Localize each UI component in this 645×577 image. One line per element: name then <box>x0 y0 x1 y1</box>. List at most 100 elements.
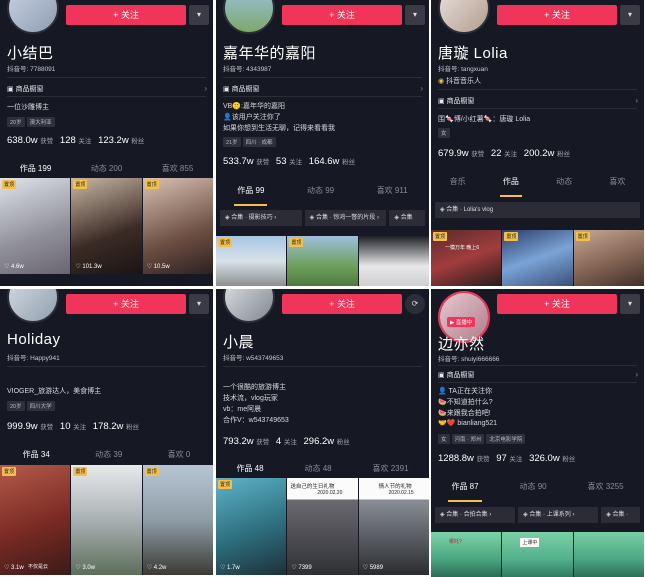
tab-likes[interactable]: 喜欢 <box>609 176 625 192</box>
video-thumbnail[interactable]: 哪吒? <box>431 532 502 577</box>
more-options-button[interactable]: ▾ <box>405 5 425 25</box>
tab-works[interactable]: 作品 199 <box>16 163 54 184</box>
video-thumbnail[interactable]: 置顶 ♡ 3.0w <box>71 465 142 575</box>
tab-likes[interactable]: 喜欢 855 <box>162 163 194 179</box>
profile-stats: 638.0w 获赞 128 关注 123.2w 粉丝 <box>7 135 145 146</box>
follow-button[interactable]: + 关注 <box>66 294 186 314</box>
shop-window-link[interactable]: ▣ 商品橱窗 <box>223 84 260 94</box>
avatar[interactable] <box>223 0 275 34</box>
bio-line: VB🤫:嘉年华的嘉阳 <box>223 103 285 110</box>
avatar[interactable] <box>7 0 59 34</box>
profile-tabs: 作品 99 动态 99 喜欢 911 <box>216 185 429 206</box>
video-caption: 不仅是云 <box>28 564 49 570</box>
collection-chip[interactable]: ◈ 合集 <box>389 210 426 226</box>
more-options-button[interactable]: ▾ <box>189 5 209 25</box>
more-options-button[interactable]: ▾ <box>620 294 640 314</box>
video-thumbnail[interactable]: 置顶 <box>287 236 358 286</box>
tab-updates[interactable]: 动态 48 <box>304 463 331 479</box>
music-badge-icon: ◉ <box>438 78 447 85</box>
avatar[interactable] <box>438 0 490 34</box>
video-thumbnail[interactable]: 送自己的生日礼物 2020.02.20 ♡ 7399 <box>287 478 358 575</box>
bio-line: 🍉不知道拍什么? <box>438 399 493 406</box>
tab-updates[interactable]: 动态 <box>556 176 572 192</box>
video-thumbnail[interactable]: 置顶 ♡ 4.6w <box>0 178 71 274</box>
collection-chip[interactable]: ◈ 合集 · 合拍合集 › <box>435 507 516 523</box>
collection-chip[interactable]: ◈ 合集 · <box>601 507 641 523</box>
like-count: ♡ 7399 <box>291 565 312 571</box>
tag: 21岁 <box>223 137 241 147</box>
video-thumbnail[interactable]: 置顶 ♡ 101.3w <box>71 178 142 274</box>
tab-likes[interactable]: 喜欢 2391 <box>373 463 409 479</box>
video-caption: 情人节的礼物 <box>378 484 412 490</box>
profile-id: 抖音号: Happy941 <box>7 355 60 362</box>
profile-tags: 20岁 澳大利亚 <box>7 117 57 127</box>
follow-button[interactable]: + 关注 <box>497 5 617 25</box>
refresh-button[interactable]: ⟳ <box>405 294 425 314</box>
tag: 四川大学 <box>26 401 55 411</box>
video-thumbnail[interactable]: 置顶 ♡ 10.5w <box>142 178 213 274</box>
tab-likes[interactable]: 喜欢 0 <box>168 449 191 465</box>
collection-chip[interactable]: ◈ 合集 · 摄影技巧 › <box>220 210 302 226</box>
video-thumbnail[interactable] <box>358 236 429 286</box>
tab-works[interactable]: 作品 48 <box>233 463 267 484</box>
bio-line: 如果你想到生活无聊，记得来看看我 <box>223 125 335 132</box>
video-thumbnail[interactable]: 上课中 <box>502 532 573 577</box>
video-thumbnail[interactable]: 置顶 <box>502 230 573 286</box>
profile-tabs: 作品 87 动态 90 喜欢 3255 <box>431 481 644 502</box>
video-thumbnail[interactable]: 置顶 <box>573 230 644 286</box>
tag: 女 <box>438 434 450 444</box>
video-thumbnail[interactable]: 置顶 ♡ 1.7w <box>216 478 287 575</box>
tab-likes[interactable]: 喜欢 911 <box>377 185 408 201</box>
pinned-badge: 置顶 <box>218 480 233 489</box>
tag: 北京电影学院 <box>486 434 526 444</box>
tab-updates[interactable]: 动态 200 <box>91 163 123 179</box>
profile-panel-jiayang: + 关注 ▾ 嘉年华的嘉阳 抖音号: 4343987 ▣ 商品橱窗 › VB🤫:… <box>216 0 429 286</box>
shop-window-link[interactable]: ▣ 商品橱窗 <box>438 96 475 106</box>
video-date: 2020.02.20 <box>317 490 343 496</box>
video-caption: 送自己的生日礼物 <box>290 484 335 490</box>
follow-button[interactable]: + 关注 <box>282 5 402 25</box>
tab-updates[interactable]: 动态 90 <box>519 481 546 497</box>
collection-bar: ◈ 合集 · 合拍合集 › ◈ 合集 · 上课系列 › ◈ 合集 · <box>435 507 641 523</box>
shop-window-link[interactable]: ▣ 商品橱窗 <box>438 370 475 380</box>
more-options-button[interactable]: ▾ <box>620 5 640 25</box>
shop-window-link[interactable]: ▣ 商品橱窗 <box>7 84 44 94</box>
collection-chip[interactable]: ◈ 合集 · 惊鸿一瞥的片段 › <box>304 210 387 226</box>
bio-line: 🤝❤️ bianliang521 <box>438 420 498 427</box>
tab-likes[interactable]: 喜欢 3255 <box>588 481 624 497</box>
pinned-badge: 置顶 <box>2 467 17 476</box>
video-thumbnail[interactable]: 置顶 不仅是云 ♡ 3.1w <box>0 465 71 575</box>
video-thumbnail[interactable]: 置顶 一模万年 晚上6 <box>431 230 502 286</box>
profile-name: 小结巴 <box>7 45 54 62</box>
like-count: ♡ 3.1w <box>4 565 24 571</box>
tag: 澳大利亚 <box>26 117 55 127</box>
video-thumbnail[interactable]: 置顶 <box>216 236 287 286</box>
tab-works[interactable]: 作品 34 <box>19 449 53 470</box>
more-options-button[interactable]: ▾ <box>189 294 209 314</box>
video-thumbnail[interactable]: 情人节的礼物 2020.02.15 ♡ 5989 <box>358 478 429 575</box>
tab-updates[interactable]: 动态 39 <box>95 449 122 465</box>
avatar[interactable] <box>223 289 275 323</box>
tab-music[interactable]: 音乐 <box>450 176 466 192</box>
collection-chip[interactable]: ◈ 合集 · 上课系列 › <box>518 507 599 523</box>
tab-works[interactable]: 作品 <box>499 176 522 197</box>
video-thumbnail[interactable] <box>573 532 644 577</box>
follow-button[interactable]: + 关注 <box>282 294 402 314</box>
video-grid: 置顶 ♡ 4.6w 置顶 ♡ 101.3w 置顶 ♡ 10.5w <box>0 178 213 274</box>
collection-chip[interactable]: ◈ 合集 · Lolia's vlog <box>435 202 640 218</box>
pinned-badge: 置顶 <box>433 232 448 241</box>
avatar[interactable] <box>7 289 59 323</box>
like-count: ♡ 5989 <box>362 565 384 571</box>
tab-works[interactable]: 作品 99 <box>234 185 268 206</box>
tab-works[interactable]: 作品 87 <box>448 481 482 502</box>
tab-updates[interactable]: 动态 99 <box>307 185 334 201</box>
profile-id: 抖音号: w543749653 <box>223 355 284 362</box>
profile-name: 小晨 <box>223 334 255 351</box>
live-badge[interactable]: ▶ 直播中 <box>447 317 476 327</box>
profile-panel-bianyiran: ▶ 直播中 + 关注 ▾ 边亦然 抖音号: shuiyi666666 ▣ 商品橱… <box>431 289 644 577</box>
follow-button[interactable]: + 关注 <box>497 294 617 314</box>
follow-button[interactable]: + 关注 <box>66 5 186 25</box>
pinned-badge: 置顶 <box>218 238 233 247</box>
video-thumbnail[interactable]: 置顶 ♡ 4.2w <box>142 465 213 575</box>
pinned-badge: 置顶 <box>144 467 159 476</box>
